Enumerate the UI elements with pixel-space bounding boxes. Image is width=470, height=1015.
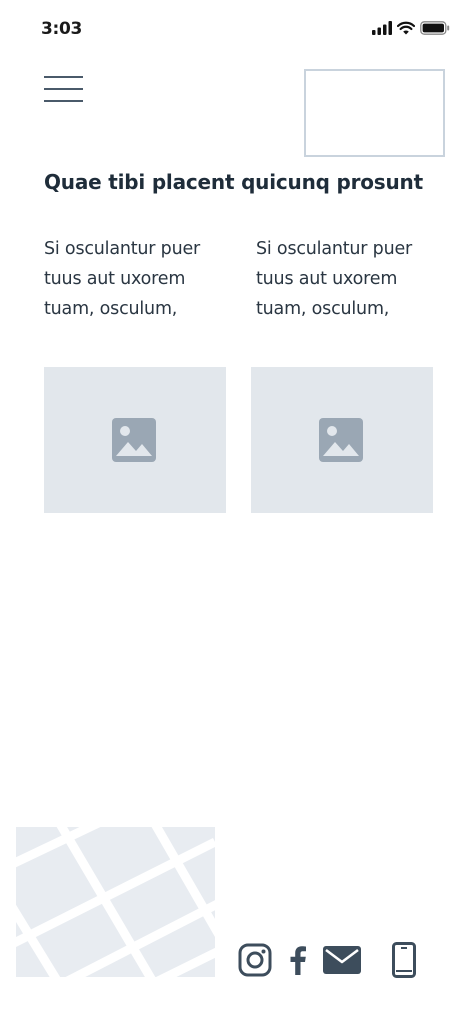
image-icon: [112, 418, 156, 462]
signal-icon: [372, 20, 392, 39]
status-icons: [372, 20, 450, 38]
battery-icon: [420, 20, 450, 39]
page-title: Quae tibi placent quicunq prosunt: [44, 170, 423, 194]
instagram-icon[interactable]: [237, 940, 273, 980]
wifi-icon: [396, 20, 416, 39]
hamburger-menu-icon[interactable]: [44, 76, 84, 106]
facebook-icon[interactable]: [286, 940, 310, 980]
phone-icon[interactable]: [390, 940, 418, 980]
email-icon[interactable]: [322, 940, 362, 980]
image-icon: [319, 418, 363, 462]
paragraph-right: Si osculantur puer tuus aut uxorem tuam,…: [256, 239, 413, 319]
map-thumbnail[interactable]: [16, 827, 215, 977]
logo-placeholder[interactable]: [304, 69, 445, 157]
image-placeholder-left[interactable]: [44, 367, 226, 513]
image-placeholder-right[interactable]: [251, 367, 433, 513]
status-time: 3:03: [41, 19, 83, 39]
paragraph-left: Si osculantur puer tuus aut uxorem tuam,…: [44, 239, 201, 319]
